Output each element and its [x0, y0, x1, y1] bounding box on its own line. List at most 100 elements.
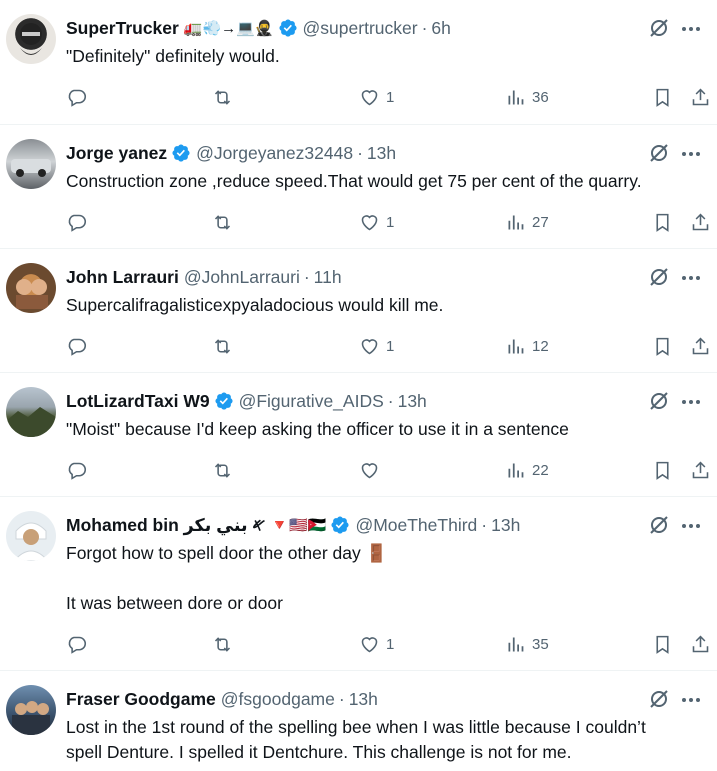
author-handle[interactable]: @supertrucker [303, 18, 418, 39]
views-button[interactable]: 22 [505, 457, 549, 483]
more-options-icon[interactable] [679, 514, 703, 538]
views-button[interactable]: 27 [505, 209, 549, 235]
author-name[interactable]: John Larrauri [66, 267, 179, 288]
tweet-text: Lost in the 1st round of the spelling be… [66, 715, 707, 765]
tweet-text-line: Forgot how to spell door the other day 🚪 [66, 543, 388, 563]
reply-feed: SuperTrucker 🚛💨→💻🥷 @supertrucker · 6h "D… [0, 0, 717, 771]
bookmark-button[interactable] [652, 457, 673, 483]
like-button[interactable]: 1 [359, 84, 394, 110]
more-options-icon[interactable] [679, 688, 703, 712]
author-handle[interactable]: @MoeTheThird [355, 515, 477, 536]
avatar[interactable] [6, 387, 56, 437]
reply-button[interactable] [66, 333, 87, 359]
author-name[interactable]: LotLizardTaxi W9 [66, 391, 210, 412]
grok-icon[interactable] [647, 141, 671, 165]
views-icon [508, 463, 524, 477]
tweet[interactable]: John Larrauri @JohnLarrauri · 11h Superc… [0, 249, 717, 373]
reply-button[interactable] [66, 209, 87, 235]
grok-icon[interactable] [647, 265, 671, 289]
avatar[interactable] [6, 14, 56, 64]
more-options-icon[interactable] [679, 390, 703, 414]
author-handle[interactable]: @Jorgeyanez32448 [196, 143, 353, 164]
author-handle[interactable]: @JohnLarrauri [184, 267, 300, 288]
tweet[interactable]: LotLizardTaxi W9 @Figurative_AIDS · 13h … [0, 373, 717, 497]
timestamp[interactable]: 13h [491, 515, 520, 536]
retweet-button[interactable] [212, 209, 233, 235]
share-button[interactable] [690, 333, 711, 359]
bookmark-button[interactable] [652, 84, 673, 110]
tweet-header: Jorge yanez @Jorgeyanez32448 · 13h [66, 142, 397, 164]
timestamp[interactable]: 13h [367, 143, 396, 164]
tweet-text: Supercalifragalisticexpyaladocious would… [66, 293, 707, 318]
heart-icon [361, 89, 378, 105]
grok-icon[interactable] [647, 16, 671, 40]
share-icon [692, 88, 709, 105]
share-button[interactable] [690, 84, 711, 110]
reply-button[interactable] [66, 84, 87, 110]
more-options-icon[interactable] [679, 266, 703, 290]
retweet-button[interactable] [212, 631, 233, 657]
views-button[interactable]: 36 [505, 84, 549, 110]
more-options-icon[interactable] [679, 142, 703, 166]
grok-icon[interactable] [647, 389, 671, 413]
timestamp[interactable]: 13h [349, 689, 378, 710]
grok-icon[interactable] [647, 513, 671, 537]
avatar[interactable] [6, 139, 56, 189]
avatar[interactable] [6, 685, 56, 735]
share-button[interactable] [690, 631, 711, 657]
reply-icon [68, 214, 87, 232]
share-icon [692, 461, 709, 478]
view-count: 27 [532, 213, 549, 231]
author-name[interactable]: SuperTrucker [66, 18, 179, 39]
tweet-header: Fraser Goodgame @fsgoodgame · 13h [66, 688, 378, 710]
bookmark-button[interactable] [652, 209, 673, 235]
like-button[interactable]: 1 [359, 209, 394, 235]
share-button[interactable] [690, 457, 711, 483]
reply-icon [68, 636, 87, 654]
action-bar: 1 12 [66, 333, 717, 359]
author-name[interactable]: Jorge yanez [66, 143, 167, 164]
like-button[interactable]: 1 [359, 631, 394, 657]
grok-icon[interactable] [647, 687, 671, 711]
more-options-icon[interactable] [679, 17, 703, 41]
reply-icon [68, 462, 87, 480]
bookmark-button[interactable] [652, 631, 673, 657]
retweet-button[interactable] [212, 333, 233, 359]
tweet-text-line: Lost in the 1st round of the spelling be… [66, 717, 646, 737]
tweet[interactable]: Fraser Goodgame @fsgoodgame · 13h Lost i… [0, 671, 717, 771]
view-count: 22 [532, 461, 549, 479]
reply-icon [68, 89, 87, 107]
action-bar: 1 36 [66, 84, 717, 110]
tweet[interactable]: Jorge yanez @Jorgeyanez32448 · 13h Const… [0, 125, 717, 249]
avatar[interactable] [6, 511, 56, 561]
author-handle[interactable]: @fsgoodgame [221, 689, 335, 710]
retweet-button[interactable] [212, 457, 233, 483]
like-button[interactable] [359, 457, 386, 483]
reply-button[interactable] [66, 457, 87, 483]
timestamp[interactable]: 11h [314, 267, 342, 288]
share-button[interactable] [690, 209, 711, 235]
reply-button[interactable] [66, 631, 87, 657]
view-count: 12 [532, 337, 549, 355]
view-count: 35 [532, 635, 549, 653]
avatar[interactable] [6, 263, 56, 313]
views-button[interactable]: 12 [505, 333, 549, 359]
tweet[interactable]: SuperTrucker 🚛💨→💻🥷 @supertrucker · 6h "D… [0, 0, 717, 125]
like-button[interactable]: 1 [359, 333, 394, 359]
views-button[interactable]: 35 [505, 631, 549, 657]
author-name[interactable]: Fraser Goodgame [66, 689, 216, 710]
tweet-header: Mohamed bin 𐤀 بني بكر 🔻🇺🇸🇯🇴 @MoeTheThird… [66, 514, 521, 536]
tweet[interactable]: Mohamed bin 𐤀 بني بكر 🔻🇺🇸🇯🇴 @MoeTheThird… [0, 497, 717, 671]
timestamp[interactable]: 6h [431, 18, 450, 39]
bookmark-button[interactable] [652, 333, 673, 359]
share-icon [692, 337, 709, 354]
timestamp[interactable]: 13h [398, 391, 427, 412]
view-count: 36 [532, 88, 549, 106]
tweet-text: "Definitely" definitely would. [66, 44, 707, 69]
tweet-header: LotLizardTaxi W9 @Figurative_AIDS · 13h [66, 390, 427, 412]
author-handle[interactable]: @Figurative_AIDS [239, 391, 384, 412]
retweet-button[interactable] [212, 84, 233, 110]
tweet-text: "Moist" because I'd keep asking the offi… [66, 417, 707, 442]
heart-icon [361, 214, 378, 230]
author-name[interactable]: Mohamed bin 𐤀 بني بكر [66, 515, 265, 536]
